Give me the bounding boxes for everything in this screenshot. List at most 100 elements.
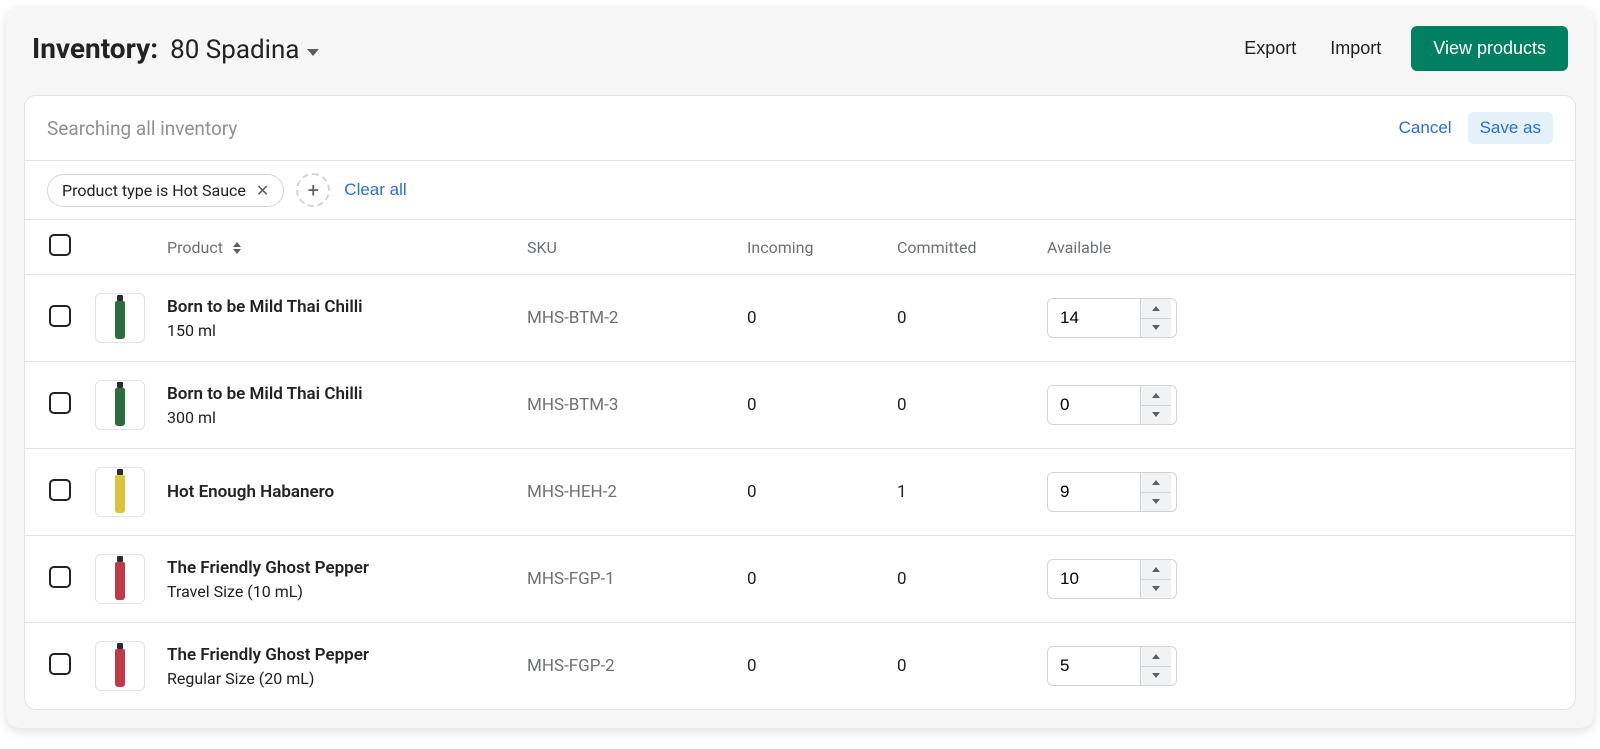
caret-down-icon xyxy=(307,49,319,56)
table-row: The Friendly Ghost Pepper Travel Size (1… xyxy=(25,536,1575,623)
cancel-button[interactable]: Cancel xyxy=(1397,114,1454,142)
stepper-buttons xyxy=(1140,560,1171,598)
chevron-up-icon xyxy=(1152,393,1160,398)
import-button[interactable]: Import xyxy=(1326,32,1385,65)
export-button[interactable]: Export xyxy=(1240,32,1300,65)
stepper-buttons xyxy=(1140,647,1171,685)
search-input[interactable]: Searching all inventory xyxy=(47,117,237,140)
product-thumbnail[interactable] xyxy=(95,467,145,517)
step-down-button[interactable] xyxy=(1141,319,1171,338)
sku-value: MHS-HEH-2 xyxy=(517,449,737,536)
product-thumbnail[interactable] xyxy=(95,641,145,691)
step-up-button[interactable] xyxy=(1141,299,1171,319)
row-checkbox[interactable] xyxy=(49,392,71,414)
column-header-committed[interactable]: Committed xyxy=(887,220,1037,275)
stepper-buttons xyxy=(1140,473,1171,511)
available-input[interactable] xyxy=(1048,647,1140,685)
committed-value: 0 xyxy=(887,275,1037,362)
location-name: 80 Spadina xyxy=(170,35,299,65)
product-variant: 300 ml xyxy=(167,408,507,427)
committed-value: 1 xyxy=(887,449,1037,536)
incoming-value: 0 xyxy=(737,275,887,362)
add-filter-button[interactable]: + xyxy=(296,173,330,207)
bottle-icon xyxy=(115,388,125,426)
step-down-button[interactable] xyxy=(1141,667,1171,686)
chevron-down-icon xyxy=(1152,673,1160,678)
available-input[interactable] xyxy=(1048,386,1140,424)
available-input[interactable] xyxy=(1048,299,1140,337)
page-title: Inventory: 80 Spadina xyxy=(32,32,319,65)
table-row: The Friendly Ghost Pepper Regular Size (… xyxy=(25,623,1575,710)
row-checkbox[interactable] xyxy=(49,653,71,675)
incoming-value: 0 xyxy=(737,623,887,710)
row-checkbox[interactable] xyxy=(49,566,71,588)
product-name[interactable]: Hot Enough Habanero xyxy=(167,482,507,502)
view-products-button[interactable]: View products xyxy=(1411,26,1568,71)
product-thumbnail[interactable] xyxy=(95,293,145,343)
sort-icon xyxy=(233,242,241,254)
column-header-incoming[interactable]: Incoming xyxy=(737,220,887,275)
step-down-button[interactable] xyxy=(1141,406,1171,425)
column-header-available[interactable]: Available xyxy=(1037,220,1237,275)
title-prefix: Inventory: xyxy=(32,32,158,65)
location-selector[interactable]: 80 Spadina xyxy=(170,35,319,65)
chevron-down-icon xyxy=(1152,499,1160,504)
table-row: Hot Enough Habanero MHS-HEH-2 0 1 xyxy=(25,449,1575,536)
row-checkbox[interactable] xyxy=(49,305,71,327)
search-bar: Searching all inventory Cancel Save as xyxy=(25,96,1575,161)
chevron-up-icon xyxy=(1152,306,1160,311)
incoming-value: 0 xyxy=(737,536,887,623)
available-stepper[interactable] xyxy=(1047,472,1177,512)
plus-icon: + xyxy=(308,178,319,202)
clear-all-button[interactable]: Clear all xyxy=(342,176,408,204)
step-down-button[interactable] xyxy=(1141,493,1171,512)
product-name[interactable]: The Friendly Ghost Pepper xyxy=(167,645,507,665)
step-up-button[interactable] xyxy=(1141,473,1171,493)
product-thumbnail[interactable] xyxy=(95,554,145,604)
available-input[interactable] xyxy=(1048,560,1140,598)
step-down-button[interactable] xyxy=(1141,580,1171,599)
table-row: Born to be Mild Thai Chilli 150 ml MHS-B… xyxy=(25,275,1575,362)
table-row: Born to be Mild Thai Chilli 300 ml MHS-B… xyxy=(25,362,1575,449)
column-header-sku[interactable]: SKU xyxy=(517,220,737,275)
sku-value: MHS-BTM-3 xyxy=(517,362,737,449)
product-name[interactable]: Born to be Mild Thai Chilli xyxy=(167,384,507,404)
incoming-value: 0 xyxy=(737,362,887,449)
save-as-button[interactable]: Save as xyxy=(1468,112,1553,144)
chevron-up-icon xyxy=(1152,567,1160,572)
chevron-up-icon xyxy=(1152,480,1160,485)
step-up-button[interactable] xyxy=(1141,386,1171,406)
filter-chip-product-type[interactable]: Product type is Hot Sauce ✕ xyxy=(47,174,284,207)
product-variant: Regular Size (20 mL) xyxy=(167,669,507,688)
available-input[interactable] xyxy=(1048,473,1140,511)
product-variant: 150 ml xyxy=(167,321,507,340)
row-checkbox[interactable] xyxy=(49,479,71,501)
product-name[interactable]: Born to be Mild Thai Chilli xyxy=(167,297,507,317)
chevron-down-icon xyxy=(1152,586,1160,591)
sku-value: MHS-FGP-1 xyxy=(517,536,737,623)
bottle-icon xyxy=(115,475,125,513)
filter-bar: Product type is Hot Sauce ✕ + Clear all xyxy=(25,161,1575,220)
available-stepper[interactable] xyxy=(1047,298,1177,338)
column-header-product[interactable]: Product xyxy=(157,220,517,275)
select-all-checkbox[interactable] xyxy=(49,234,71,256)
incoming-value: 0 xyxy=(737,449,887,536)
close-icon[interactable]: ✕ xyxy=(256,181,269,200)
product-name[interactable]: The Friendly Ghost Pepper xyxy=(167,558,507,578)
bottle-icon xyxy=(115,649,125,687)
step-up-button[interactable] xyxy=(1141,647,1171,667)
page-header: Inventory: 80 Spadina Export Import View… xyxy=(6,6,1594,95)
step-up-button[interactable] xyxy=(1141,560,1171,580)
committed-value: 0 xyxy=(887,362,1037,449)
inventory-table: Product SKU Incoming Committed Available xyxy=(25,220,1575,709)
committed-value: 0 xyxy=(887,623,1037,710)
available-stepper[interactable] xyxy=(1047,646,1177,686)
product-thumbnail[interactable] xyxy=(95,380,145,430)
available-stepper[interactable] xyxy=(1047,385,1177,425)
sku-value: MHS-BTM-2 xyxy=(517,275,737,362)
available-stepper[interactable] xyxy=(1047,559,1177,599)
sku-value: MHS-FGP-2 xyxy=(517,623,737,710)
stepper-buttons xyxy=(1140,299,1171,337)
stepper-buttons xyxy=(1140,386,1171,424)
bottle-icon xyxy=(115,562,125,600)
